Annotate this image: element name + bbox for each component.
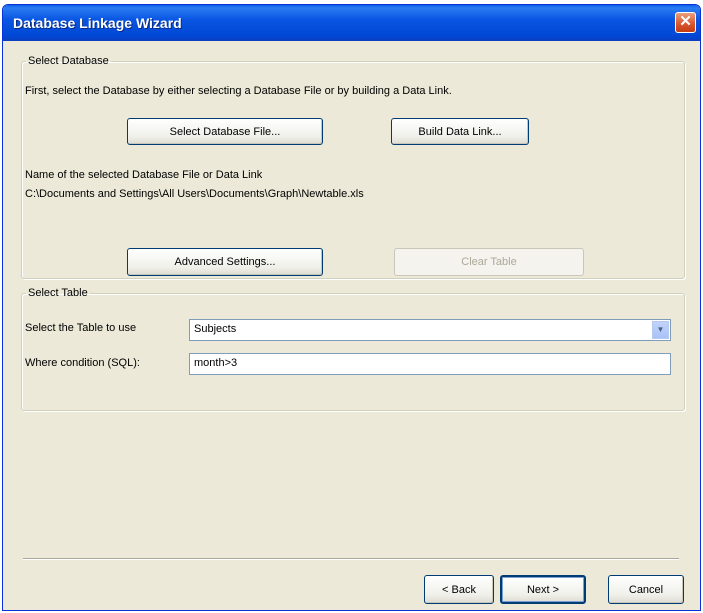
back-button[interactable]: < Back <box>424 575 494 604</box>
table-combobox[interactable]: Subjects ▼ <box>189 319 671 341</box>
selected-path-text: C:\Documents and Settings\All Users\Docu… <box>25 188 364 200</box>
where-condition-input[interactable]: month>3 <box>189 353 671 375</box>
window-title: Database Linkage Wizard <box>13 15 182 31</box>
cancel-button[interactable]: Cancel <box>608 575 684 604</box>
selected-name-label: Name of the selected Database File or Da… <box>25 169 263 181</box>
instructions-text: First, select the Database by either sel… <box>25 85 452 97</box>
title-bar[interactable]: Database Linkage Wizard ✕ <box>3 5 700 41</box>
table-label: Select the Table to use <box>25 322 137 334</box>
footer-separator <box>23 558 679 560</box>
clear-table-button[interactable]: Clear Table <box>394 248 584 276</box>
wizard-window: Database Linkage Wizard ✕ Select Databas… <box>2 4 701 611</box>
select-table-group: Select Table <box>21 287 685 411</box>
advanced-settings-button[interactable]: Advanced Settings... <box>127 248 323 276</box>
chevron-down-icon[interactable]: ▼ <box>652 321 669 339</box>
next-button[interactable]: Next > <box>500 575 586 604</box>
select-database-file-button[interactable]: Select Database File... <box>127 118 323 145</box>
where-condition-value: month>3 <box>194 357 238 369</box>
where-label: Where condition (SQL): <box>25 357 140 369</box>
table-combobox-value: Subjects <box>194 323 237 335</box>
close-icon[interactable]: ✕ <box>675 12 696 33</box>
build-data-link-button[interactable]: Build Data Link... <box>391 118 529 145</box>
select-table-legend: Select Table <box>28 287 88 299</box>
select-database-legend: Select Database <box>28 55 109 67</box>
